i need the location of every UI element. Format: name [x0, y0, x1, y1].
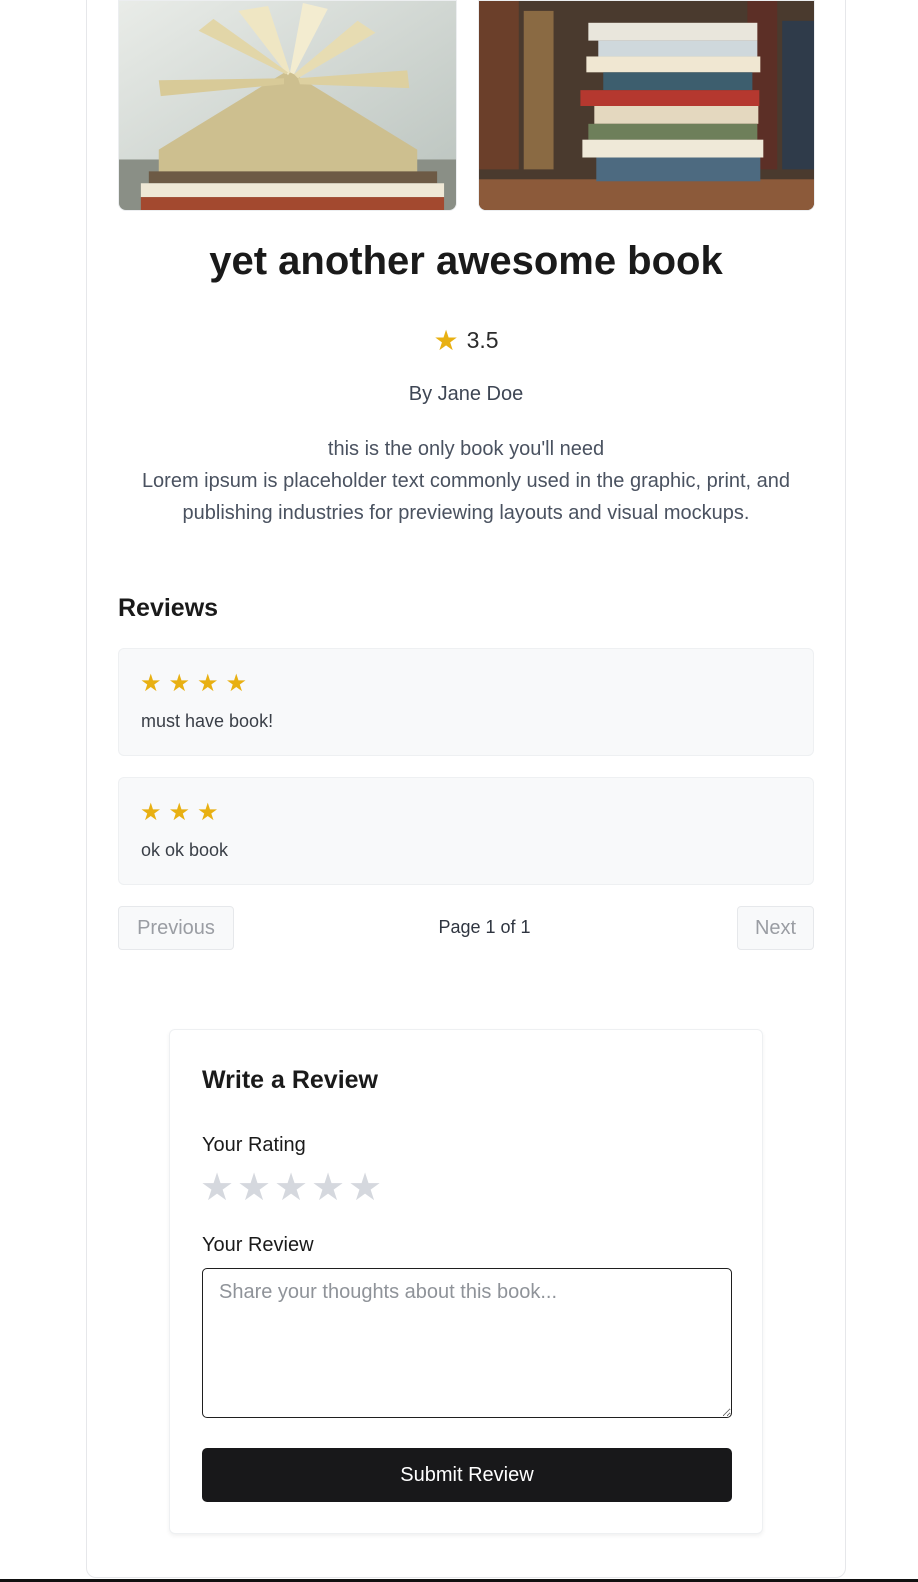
review-item: ★★★ ok ok book — [118, 777, 814, 885]
rating-star-3-icon[interactable]: ★ — [274, 1166, 311, 1210]
review-stars-icon: ★★★★ — [140, 670, 255, 697]
rating-star-2-icon[interactable]: ★ — [237, 1166, 274, 1210]
average-rating: ★ 3.5 — [86, 324, 846, 357]
book-description-text: Lorem ipsum is placeholder text commonly… — [141, 470, 791, 524]
rating-label: Your Rating — [202, 1134, 306, 1156]
write-review-title: Write a Review — [202, 1066, 379, 1094]
write-review-form: Write a Review Your Rating ★★★★★ Your Re… — [169, 1029, 763, 1534]
review-label: Your Review — [202, 1234, 314, 1256]
reviews-heading: Reviews — [118, 594, 219, 622]
rating-star-1-icon[interactable]: ★ — [200, 1166, 237, 1210]
review-text: must have book! — [141, 711, 274, 731]
next-page-button[interactable]: Next — [737, 906, 814, 950]
review-item: ★★★★ must have book! — [118, 648, 814, 756]
review-text: ok ok book — [141, 840, 229, 860]
book-detail-page: yet another awesome book ★ 3.5 By Jane Do… — [0, 0, 918, 1582]
review-stars-icon: ★★★ — [140, 799, 226, 826]
open-book-image — [118, 0, 457, 211]
star-rating-input[interactable]: ★★★★★ — [200, 1166, 385, 1210]
rating-star-5-icon[interactable]: ★ — [348, 1166, 385, 1210]
book-description: this is the only book you'll need Lorem … — [112, 433, 820, 529]
star-icon: ★ — [433, 325, 459, 356]
rating-star-4-icon[interactable]: ★ — [311, 1166, 348, 1210]
book-author: By Jane Doe — [408, 383, 524, 405]
book-stack-image — [478, 0, 815, 211]
book-tagline: this is the only book you'll need — [327, 438, 605, 460]
book-title: yet another awesome book — [209, 239, 723, 283]
average-rating-value: 3.5 — [466, 327, 499, 353]
review-textarea[interactable] — [202, 1268, 732, 1418]
submit-review-button[interactable]: Submit Review — [202, 1448, 732, 1502]
